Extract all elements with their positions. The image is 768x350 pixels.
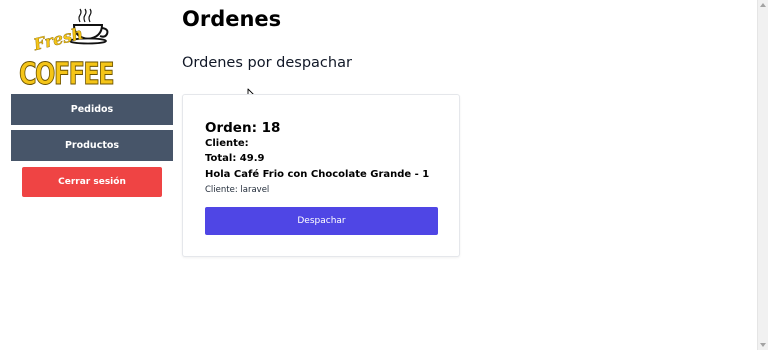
sidebar: Fresh COFFEE Pedidos Productos Cerrar se… xyxy=(0,0,180,350)
order-number: Orden: 18 xyxy=(205,120,281,136)
page-title: Ordenes xyxy=(182,7,282,31)
section-subtitle: Ordenes por despachar xyxy=(182,55,352,71)
sidebar-item-pedidos[interactable]: Pedidos xyxy=(11,94,173,125)
scroll-up-arrow-icon[interactable] xyxy=(760,3,766,7)
svg-text:Fresh: Fresh xyxy=(31,24,85,55)
svg-text:COFFEE: COFFEE xyxy=(19,57,113,88)
order-client: Cliente: laravel xyxy=(205,185,270,195)
order-card: Orden: 18 Cliente: Total: 49.9 Hola Café… xyxy=(182,94,460,257)
sidebar-item-productos[interactable]: Productos xyxy=(11,130,173,161)
vertical-scrollbar[interactable] xyxy=(757,0,768,350)
logout-button[interactable]: Cerrar sesión xyxy=(22,167,162,197)
dispatch-button[interactable]: Despachar xyxy=(205,207,438,235)
scroll-down-arrow-icon[interactable] xyxy=(760,343,766,347)
order-total: Total: 49.9 xyxy=(205,153,265,164)
order-client-label: Cliente: xyxy=(205,138,249,149)
order-item: Hola Café Frio con Chocolate Grande - 1 xyxy=(205,169,430,180)
fresh-coffee-logo: Fresh COFFEE xyxy=(14,8,118,88)
